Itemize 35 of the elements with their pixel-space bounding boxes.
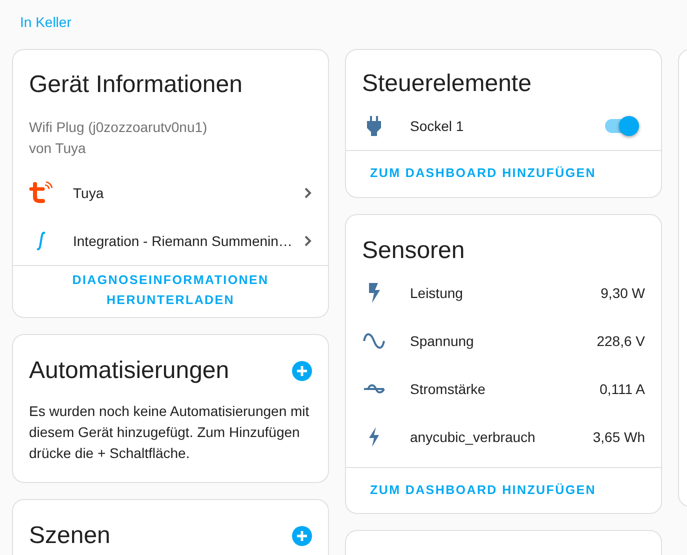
card-title: Szenen xyxy=(29,522,110,550)
integration-item[interactable]: Tuya xyxy=(13,169,328,217)
device-manufacturer: von Tuya xyxy=(28,139,87,158)
chevron-right-icon xyxy=(304,187,312,199)
tuya-logo-icon xyxy=(29,181,53,205)
sensor-value: 228,6 V xyxy=(596,333,645,349)
sensor-name: Spannung xyxy=(410,333,474,349)
lightning-bolt-icon xyxy=(368,283,380,303)
integration-item[interactable]: Integration - Riemann Summenin… xyxy=(13,217,328,265)
card-title: Automatisierungen xyxy=(29,357,230,385)
current-wave-icon xyxy=(363,384,385,394)
add-to-dashboard-button[interactable]: ZUM DASHBOARD HINZUFÜGEN xyxy=(346,468,620,513)
sensor-name: Leistung xyxy=(410,285,463,301)
power-plug-icon xyxy=(367,116,381,136)
breadcrumb-link[interactable]: In Keller xyxy=(20,14,72,30)
device-model: Wifi Plug (j0zozzoarutv0nu1) xyxy=(28,118,208,137)
entity-name: Sockel 1 xyxy=(410,118,464,134)
card-title: Sensoren xyxy=(362,237,465,265)
sensor-value: 0,111 A xyxy=(600,381,645,397)
sensor-value: 9,30 W xyxy=(600,285,645,301)
add-icon[interactable] xyxy=(292,361,312,381)
download-diagnostics-button[interactable]: DIAGNOSEINFORMATIONEN HERUNTERLADEN xyxy=(56,266,286,314)
sensor-value: 3,65 Wh xyxy=(592,429,645,445)
sensor-name: Stromstärke xyxy=(410,381,486,397)
sensor-name: anycubic_verbrauch xyxy=(410,429,536,445)
integral-icon xyxy=(35,231,47,251)
toggle-switch[interactable] xyxy=(605,119,639,133)
add-icon[interactable] xyxy=(292,526,312,546)
lightning-bolt-icon xyxy=(368,427,380,447)
sine-wave-icon xyxy=(363,333,385,349)
add-to-dashboard-button[interactable]: ZUM DASHBOARD HINZUFÜGEN xyxy=(346,151,620,197)
chevron-right-icon xyxy=(304,235,312,247)
card-title: Gerät Informationen xyxy=(29,71,242,99)
card-title: Steuerelemente xyxy=(362,70,532,98)
empty-state-text: Es wurden noch keine Automatisierungen mit diesem Gerät hinzugefügt. Zum Hinzufügen drücke die + Schaltfläche. xyxy=(29,402,310,463)
